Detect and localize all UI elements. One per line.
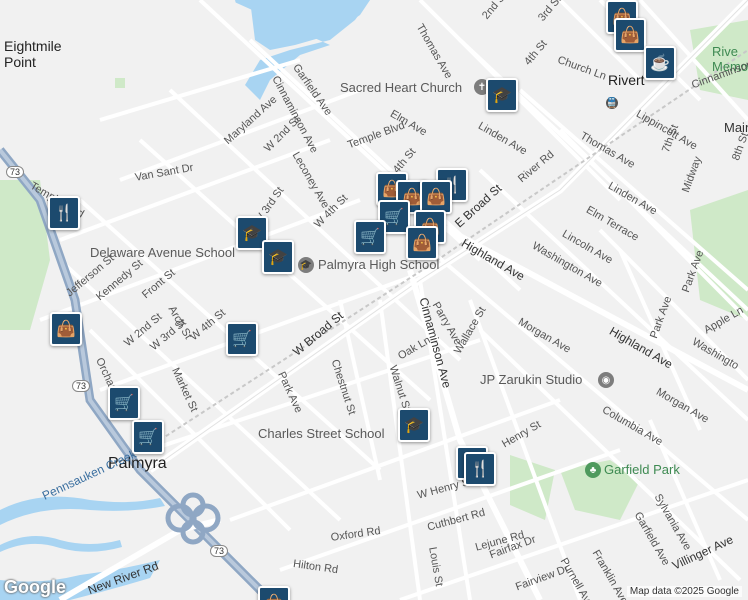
shopping-bag-icon: 👜	[620, 27, 640, 44]
shopping-pin[interactable]: 👜	[614, 18, 646, 52]
google-logo: Google	[4, 577, 66, 597]
map-canvas[interactable]: Eightmile Point Palmyra Rivert Rive Memo…	[0, 0, 748, 600]
fork-knife-icon: 🍴	[470, 461, 490, 478]
school-icon: 🎓	[298, 257, 314, 273]
shopping-bag-icon: 👜	[56, 321, 76, 338]
shopping-cart-icon: 🛒	[360, 229, 380, 246]
grocery-pin[interactable]: 🛒	[354, 220, 386, 254]
place-eightmile-point: Eightmile Point	[4, 38, 62, 70]
graduation-cap-icon: 🎓	[242, 225, 262, 242]
route-73-shield: 73	[6, 166, 25, 178]
creek-water	[0, 496, 165, 525]
shopping-pin[interactable]: 👜	[258, 586, 290, 600]
graduation-cap-icon: 🎓	[404, 417, 424, 434]
shopping-bag-icon: 👜	[426, 189, 446, 206]
shopping-bag-icon: 👜	[412, 235, 432, 252]
school-pin[interactable]: 🎓	[486, 78, 518, 112]
shopping-bag-icon: 👜	[264, 593, 284, 600]
poi-sacred-heart-church[interactable]: Sacred Heart Church	[340, 80, 462, 95]
poi-garfield-park[interactable]: Garfield Park	[604, 462, 680, 477]
grocery-pin[interactable]: 🛒	[132, 420, 164, 454]
tree-icon: ♣	[585, 462, 601, 478]
shopping-cart-icon: 🛒	[232, 331, 252, 348]
coffee-cup-icon: ☕	[650, 55, 670, 72]
shopping-pin[interactable]: 👜	[406, 226, 438, 260]
cafe-pin[interactable]: ☕	[644, 46, 676, 80]
school-pin[interactable]: 🎓	[262, 240, 294, 274]
graduation-cap-icon: 🎓	[492, 87, 512, 104]
camera-icon: ◉	[598, 372, 614, 388]
grocery-pin[interactable]: 🛒	[108, 386, 140, 420]
route-73-shield: 73	[72, 380, 91, 392]
poi-jp-zarukin-studio[interactable]: JP Zarukin Studio	[480, 372, 582, 387]
river-water	[250, 0, 370, 50]
map-attribution: Map data ©2025 Google	[626, 586, 742, 597]
fork-knife-icon: 🍴	[54, 205, 74, 222]
shopping-cart-icon: 🛒	[384, 209, 404, 226]
shopping-pin[interactable]: 👜	[420, 180, 452, 214]
poi-charles-street-school[interactable]: Charles Street School	[258, 426, 384, 441]
grocery-pin[interactable]: 🛒	[226, 322, 258, 356]
shopping-cart-icon: 🛒	[138, 429, 158, 446]
graduation-cap-icon: 🎓	[268, 249, 288, 266]
school-pin[interactable]: 🎓	[398, 408, 430, 442]
restaurant-pin[interactable]: 🍴	[48, 196, 80, 230]
shopping-cart-icon: 🛒	[114, 395, 134, 412]
shopping-pin[interactable]: 👜	[50, 312, 82, 346]
route-73-shield: 73	[210, 545, 229, 557]
place-riverton: Rivert	[608, 72, 645, 88]
train-station-icon[interactable]: 🚆	[606, 97, 618, 109]
restaurant-pin[interactable]: 🍴	[464, 452, 496, 486]
